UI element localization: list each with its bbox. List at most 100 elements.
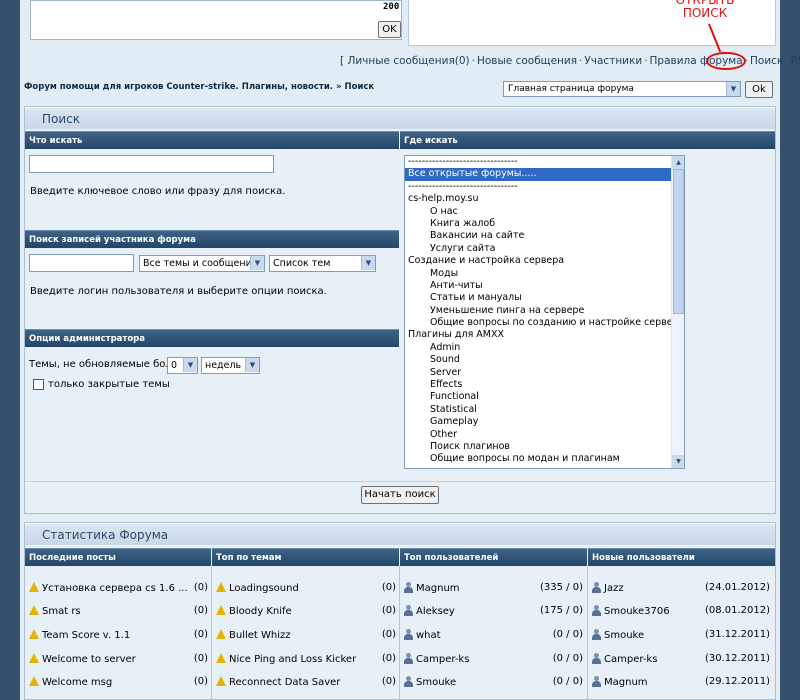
new-user-count: (08.01.2012) (704, 605, 770, 616)
nav-private-messages[interactable]: Личные сообщения(0) (347, 55, 469, 67)
forum-option[interactable]: Плагины для AMXX (405, 329, 684, 341)
member-scope-select[interactable]: Все темы и сообщения ▼ (139, 255, 265, 272)
warning-icon (216, 653, 226, 663)
top-topic-link[interactable]: Bloody Knife (229, 606, 292, 617)
nav-search[interactable]: Поиск (750, 55, 783, 67)
forum-option[interactable]: Общие вопросы по созданию и настройке се… (405, 317, 684, 329)
forum-option[interactable]: Other (405, 429, 684, 441)
top-topic-count: (0) (381, 653, 396, 664)
nav-rss[interactable]: RSS (791, 55, 800, 67)
chat-message-input[interactable] (30, 0, 402, 40)
new-user-link[interactable]: Smouke (604, 630, 644, 641)
new-user-row: Jazz (592, 582, 624, 596)
top-topic-link[interactable]: Bullet Whizz (229, 630, 291, 641)
forum-jump-select[interactable]: Главная страница форума ▼ (503, 81, 741, 97)
new-user-link[interactable]: Jazz (604, 583, 624, 594)
start-search-button[interactable]: Начать поиск (361, 486, 439, 504)
forum-option[interactable]: Statistical (405, 404, 684, 416)
forum-option[interactable]: Общие вопросы по модан и плагинам (405, 453, 684, 465)
user-icon (592, 629, 601, 640)
forum-option[interactable]: Gameplay (405, 416, 684, 428)
scroll-down-icon[interactable]: ▼ (672, 455, 684, 468)
chevron-down-icon: ▼ (245, 358, 259, 372)
closed-only-checkbox[interactable] (33, 379, 44, 390)
forum-option[interactable]: Admin (405, 342, 684, 354)
admin-stale-unit-select[interactable]: недель ▼ (201, 357, 260, 374)
forum-option[interactable]: -------------------------------- (405, 181, 684, 193)
stats-head-top-topics: Топ по темам (212, 548, 399, 566)
top-topic-count: (0) (381, 605, 396, 616)
forum-option[interactable]: Книга жалоб (405, 218, 684, 230)
top-user-count: (0 / 0) (552, 676, 583, 687)
forum-option[interactable]: Поиск плагинов (405, 441, 684, 453)
forum-list-scrollbar[interactable]: ▲ ▼ (671, 156, 684, 468)
forum-option[interactable]: Статьи и мануалы (405, 292, 684, 304)
member-view-select[interactable]: Список тем ▼ (269, 255, 376, 272)
recent-post-row: Smat rs (29, 605, 81, 619)
top-topic-row: Bloody Knife (216, 605, 292, 619)
top-topic-link[interactable]: Loadingsound (229, 583, 299, 594)
recent-post-link[interactable]: Welcome to server (42, 654, 136, 665)
nav-forum-rules[interactable]: Правила форума (650, 55, 743, 67)
forum-jump-ok-button[interactable]: Ok (745, 81, 773, 98)
top-topic-link[interactable]: Nice Ping and Loss Kicker (229, 654, 356, 665)
top-topic-link[interactable]: Reconnect Data Saver (229, 677, 340, 688)
new-user-row: Magnum (592, 676, 648, 690)
recent-post-row: Welcome to server (29, 653, 136, 667)
recent-post-link[interactable]: Team Score v. 1.1 (42, 630, 130, 641)
top-user-link[interactable]: Camper-ks (416, 654, 469, 665)
top-topic-count: (0) (381, 582, 396, 593)
forum-option[interactable]: Моды (405, 268, 684, 280)
forum-option[interactable]: Все открытые форумы..... (405, 168, 684, 181)
new-user-link[interactable]: Smouke3706 (604, 606, 670, 617)
admin-stale-number-select[interactable]: 0 ▼ (167, 357, 198, 374)
forum-option[interactable]: Sound (405, 354, 684, 366)
forum-option[interactable]: Анти-читы (405, 280, 684, 292)
forum-option[interactable]: -------------------------------- (405, 156, 684, 168)
forum-option[interactable]: Functional (405, 391, 684, 403)
new-user-count: (29.12.2011) (704, 676, 770, 687)
top-user-link[interactable]: what (416, 630, 441, 641)
keyword-input[interactable] (29, 155, 274, 173)
scroll-thumb[interactable] (673, 169, 684, 314)
top-user-row: Smouke (404, 676, 456, 690)
user-icon (404, 676, 413, 687)
recent-post-row: Установка сервера cs 1.6 ... (29, 582, 188, 596)
forum-option[interactable]: Уменьшение пинга на сервере (405, 305, 684, 317)
forum-option[interactable]: Создание и настройка сервера (405, 255, 684, 267)
top-user-row: Magnum (404, 582, 460, 596)
member-hint: Введите логин пользователя и выберите оп… (30, 286, 327, 297)
top-topic-row: Bullet Whizz (216, 629, 291, 643)
admin-stale-label: Темы, не обновляемые более (29, 359, 185, 370)
recent-post-count: (0) (193, 676, 208, 687)
chat-ok-button[interactable]: OK (378, 21, 401, 38)
recent-post-link[interactable]: Welcome msg (42, 677, 112, 688)
forum-option[interactable]: Effects (405, 379, 684, 391)
forum-select-list[interactable]: -------------------------------- Все откр… (404, 155, 685, 469)
what-to-search-header: Что искать (25, 131, 399, 149)
annotation-text: ОТКРЫТЬ ПОИСК (675, 0, 735, 20)
nav-new-messages[interactable]: Новые сообщения (477, 55, 577, 67)
new-user-row: Smouke3706 (592, 605, 670, 619)
top-user-link[interactable]: Aleksey (416, 606, 455, 617)
top-user-link[interactable]: Magnum (416, 583, 460, 594)
recent-post-link[interactable]: Установка сервера cs 1.6 ... (42, 583, 188, 594)
warning-icon (29, 605, 39, 615)
user-icon (404, 653, 413, 664)
top-user-link[interactable]: Smouke (416, 677, 456, 688)
forum-option[interactable]: Server (405, 367, 684, 379)
new-user-link[interactable]: Magnum (604, 677, 648, 688)
recent-post-link[interactable]: Smat rs (42, 606, 81, 617)
nav-members[interactable]: Участники (584, 55, 642, 67)
member-login-input[interactable] (29, 254, 134, 272)
forum-option[interactable]: cs-help.moy.su (405, 193, 684, 205)
scroll-up-icon[interactable]: ▲ (672, 156, 684, 169)
forum-option[interactable]: О нас (405, 206, 684, 218)
chat-char-count: 200 (383, 2, 400, 12)
new-user-link[interactable]: Camper-ks (604, 654, 657, 665)
breadcrumb-forum-link[interactable]: Форум помощи для игроков Counter-strike.… (24, 82, 333, 92)
forum-option[interactable]: Вакансии на сайте (405, 230, 684, 242)
top-topic-row: Nice Ping and Loss Kicker (216, 653, 356, 667)
forum-option[interactable]: Услуги сайта (405, 243, 684, 255)
admin-options-header: Опции администратора (25, 329, 399, 347)
